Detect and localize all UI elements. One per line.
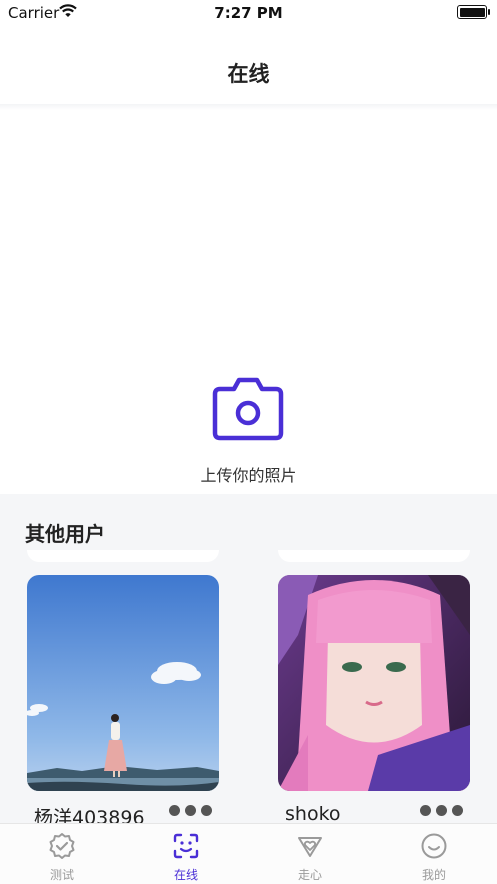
more-options-button[interactable] [420, 805, 463, 816]
clock: 7:27 PM [214, 4, 283, 22]
card-edge [27, 550, 219, 562]
badge-check-icon [49, 833, 75, 859]
tab-label: 我的 [421, 868, 446, 882]
heart-diamond-icon [298, 837, 322, 857]
face-scan-icon [173, 833, 199, 859]
tab-mine[interactable]: 我的 [372, 824, 496, 884]
user-card[interactable]: shoko [278, 575, 470, 837]
nav-bar: 在线 [0, 48, 497, 104]
upload-label[interactable]: 上传你的照片 [0, 462, 497, 486]
user-photo[interactable] [278, 575, 470, 791]
tab-heart[interactable]: 走心 [248, 824, 372, 884]
tab-label: 在线 [173, 868, 198, 882]
battery-icon [457, 5, 490, 19]
page-title: 在线 [227, 62, 270, 86]
tab-bar: 测试 在线 走心 我的 [0, 823, 497, 884]
card-edge [278, 550, 470, 562]
more-options-button[interactable] [169, 805, 212, 816]
camera-icon[interactable] [212, 376, 284, 442]
user-card[interactable]: 杨洋403896 [27, 575, 219, 837]
smile-icon [421, 833, 447, 859]
tab-test[interactable]: 测试 [0, 824, 124, 884]
tab-online[interactable]: 在线 [124, 824, 248, 884]
user-photo[interactable] [27, 575, 219, 791]
user-name: shoko [285, 803, 341, 825]
section-heading: 其他用户 [25, 522, 105, 546]
status-bar: Carrier 7:27 PM [0, 0, 497, 26]
upload-photo-area[interactable]: 上传你的照片 [0, 110, 497, 494]
tab-label: 测试 [49, 868, 74, 882]
tab-label: 走心 [297, 868, 322, 882]
